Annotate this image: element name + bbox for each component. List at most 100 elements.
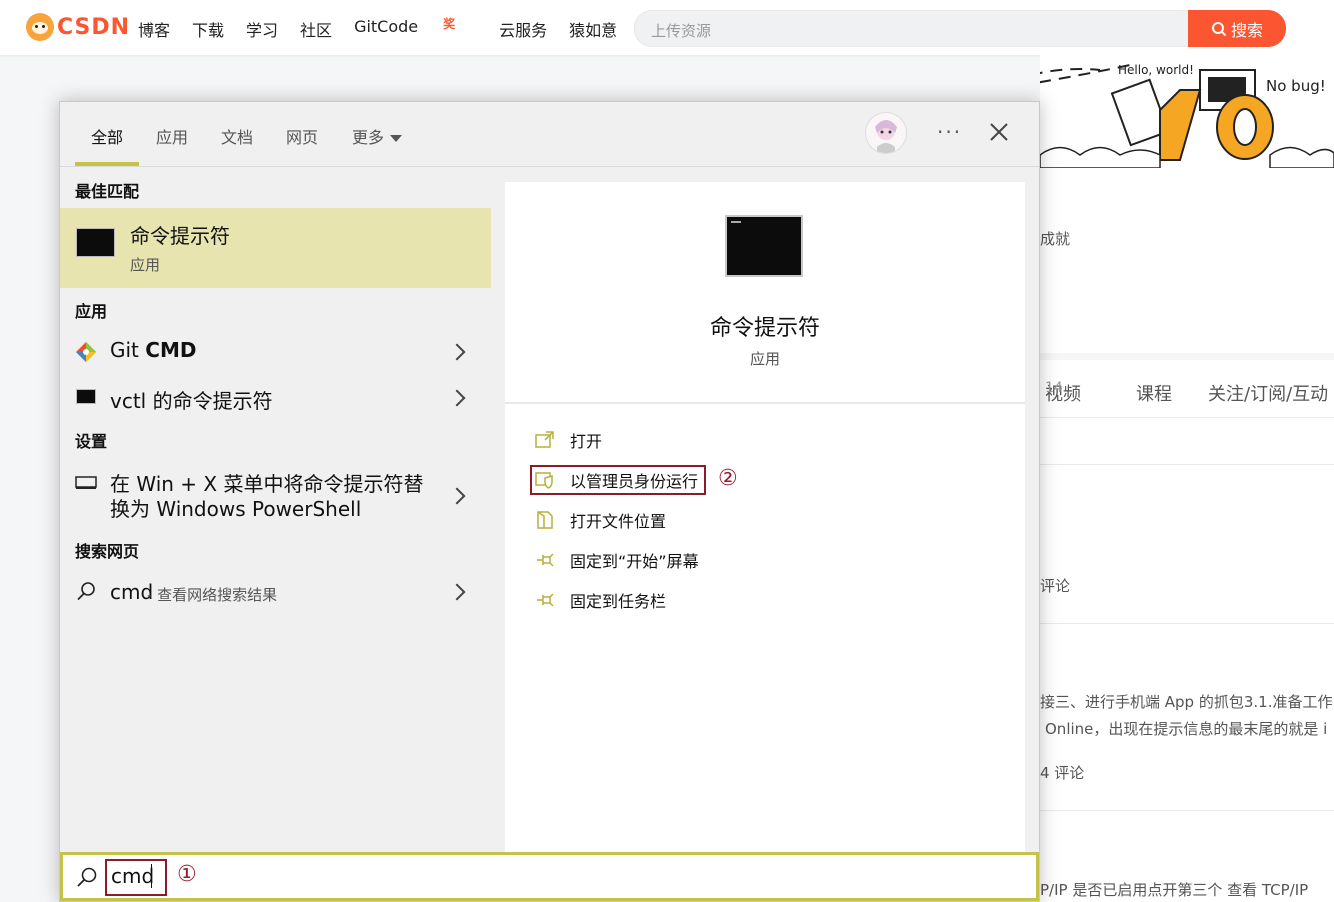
tab-course[interactable]: 课程: [1136, 380, 1172, 406]
csdn-mascot-icon: [26, 13, 54, 41]
best-match-title: 命令提示符: [130, 224, 230, 248]
detail-title: 命令提示符: [709, 316, 820, 341]
cmd-large-icon: [725, 215, 803, 277]
chevron-right-icon[interactable]: [448, 487, 466, 505]
action-open-file-location[interactable]: 打开文件位置: [535, 508, 666, 532]
nav-gitcode-badge: 奖: [443, 17, 456, 31]
content-panel: 视频 14 课程 关注/订阅/互动 评论 接三、进行手机端 App 的抓包3.1.…: [1040, 360, 1334, 902]
detail-pane: 命令提示符 应用 打开 以管理员身份运行 打开文件位置 固定到“开始”屏幕 固定…: [505, 182, 1025, 852]
setting-item-line2: 换为 Windows PowerShell: [110, 497, 362, 521]
divider: [1040, 417, 1334, 418]
action-open[interactable]: 打开: [535, 428, 602, 452]
article-snippet-3[interactable]: P/IP 是否已启用点开第三个 查看 TCP/IP: [1040, 879, 1308, 900]
app-item-title: Git CMD: [110, 338, 196, 362]
nav-learn[interactable]: 学习: [246, 17, 278, 41]
tab-web[interactable]: 网页: [286, 124, 318, 148]
csdn-topbar: CSDN 博客 下载 学习 社区 GitCode 奖 云服务 猿如意 上传资源 搜…: [0, 0, 1334, 55]
search-input[interactable]: cmd: [111, 864, 154, 888]
annotation-highlight-run-as-admin: [530, 465, 706, 495]
chevron-down-icon: [390, 135, 403, 142]
banner-nobug-text: No bug!: [1266, 77, 1326, 95]
search-icon: [77, 582, 95, 601]
csdn-logo-text: CSDN: [57, 14, 131, 40]
display-icon: [75, 476, 97, 489]
folder-icon: [537, 511, 553, 529]
windows-search-window: 全部 应用 文档 网页 更多 ··· 最佳匹配 命令提示符 应用 应用 Git …: [59, 101, 1040, 902]
pin-icon: [537, 553, 554, 567]
git-icon: [76, 342, 96, 362]
action-open-label: 打开: [570, 432, 603, 451]
tab-follow[interactable]: 关注/订阅/互动: [1208, 380, 1328, 406]
cmd-app-icon: [76, 389, 96, 404]
chevron-right-icon[interactable]: [448, 343, 466, 361]
search-icon: [77, 867, 97, 887]
article-snippet-1[interactable]: 接三、进行手机端 App 的抓包3.1.准备工作: [1040, 691, 1332, 712]
nav-blog[interactable]: 博客: [138, 17, 170, 41]
achievement-text: 成就: [1040, 230, 1071, 248]
nav-yuanruyi[interactable]: 猿如意: [569, 17, 617, 41]
article-snippet-2[interactable]: Online，出现在提示信息的最末尾的就是 i: [1045, 718, 1327, 739]
more-options-button[interactable]: ···: [937, 120, 962, 144]
divider: [1040, 623, 1334, 624]
banner-hello-text: Hello, world!: [1118, 63, 1194, 77]
pin-icon: [537, 593, 554, 607]
tab-apps[interactable]: 应用: [156, 124, 188, 148]
action-pin-to-taskbar-label: 固定到任务栏: [570, 592, 667, 611]
app-item-title-bold: CMD: [145, 338, 197, 362]
chevron-right-icon[interactable]: [448, 389, 466, 407]
active-tab-indicator: [75, 162, 139, 166]
detail-subtitle: 应用: [749, 350, 780, 368]
app-item-title-plain: Git: [110, 338, 146, 362]
nav-gitcode[interactable]: GitCode 奖: [354, 17, 477, 41]
web-search-suffix: - 查看网络搜索结果: [147, 586, 278, 604]
action-pin-to-start-label: 固定到“开始”屏幕: [570, 552, 699, 571]
tab-documents[interactable]: 文档: [221, 124, 253, 148]
cmd-app-icon: [76, 228, 115, 257]
nav-community[interactable]: 社区: [300, 17, 332, 41]
action-pin-to-taskbar[interactable]: 固定到任务栏: [535, 588, 666, 612]
chevron-right-icon[interactable]: [448, 583, 466, 601]
user-avatar[interactable]: [865, 112, 907, 154]
web-search-header: 搜索网页: [75, 542, 140, 561]
csdn-search-box[interactable]: 上传资源 搜索: [634, 10, 1286, 47]
nav-cloud[interactable]: 云服务: [499, 17, 547, 41]
nav-gitcode-label: GitCode: [354, 17, 419, 36]
web-search-item[interactable]: cmd - 查看网络搜索结果: [60, 571, 491, 611]
comment-text-1: 评论: [1040, 577, 1071, 595]
comment-text-2: 4 评论: [1040, 764, 1085, 782]
detail-header: 命令提示符 应用: [505, 182, 1025, 404]
csdn-search-button[interactable]: 搜索: [1188, 10, 1286, 47]
action-pin-to-start[interactable]: 固定到“开始”屏幕: [535, 548, 699, 572]
search-bar[interactable]: cmd ①: [60, 852, 1039, 901]
nav-download[interactable]: 下载: [192, 17, 224, 41]
app-item-git-cmd[interactable]: Git CMD: [60, 331, 491, 371]
tab-more-label: 更多: [352, 128, 385, 147]
divider: [1040, 464, 1334, 465]
csdn-logo[interactable]: CSDN: [26, 13, 130, 41]
settings-header: 设置: [75, 432, 108, 451]
tab-video-count: 14: [1045, 380, 1063, 396]
app-item-vctl[interactable]: vctl 的命令提示符: [60, 376, 491, 416]
app-item-title: vctl 的命令提示符: [110, 389, 273, 413]
search-scope-bar: 全部 应用 文档 网页 更多 ···: [60, 102, 1039, 167]
tab-all[interactable]: 全部: [91, 124, 123, 148]
annotation-step-2: ②: [718, 466, 738, 491]
csdn-search-placeholder: 上传资源: [651, 22, 712, 40]
results-list: 最佳匹配 命令提示符 应用 应用 Git CMD vctl 的命令提示符 设置: [60, 167, 491, 852]
best-match-subtitle: 应用: [130, 256, 161, 274]
profile-panel: 成就: [1040, 168, 1334, 353]
best-match-header: 最佳匹配: [75, 182, 140, 201]
divider: [1040, 810, 1334, 811]
setting-item-winx[interactable]: 在 Win + X 菜单中将命令提示符替 换为 Windows PowerShe…: [60, 462, 491, 522]
avatar-image: [866, 113, 906, 153]
csdn-search-button-label: 搜索: [1230, 20, 1263, 40]
tab-more[interactable]: 更多: [352, 124, 403, 148]
annotation-step-1: ①: [177, 862, 197, 887]
text-caret: [151, 864, 152, 888]
best-match-item[interactable]: 命令提示符 应用: [60, 208, 491, 288]
search-icon: [1211, 21, 1227, 36]
action-open-file-location-label: 打开文件位置: [570, 512, 667, 531]
close-icon[interactable]: [989, 122, 1009, 142]
csdn-nav: 博客 下载 学习 社区 GitCode 奖 云服务 猿如意: [138, 17, 639, 41]
open-icon: [535, 431, 554, 448]
